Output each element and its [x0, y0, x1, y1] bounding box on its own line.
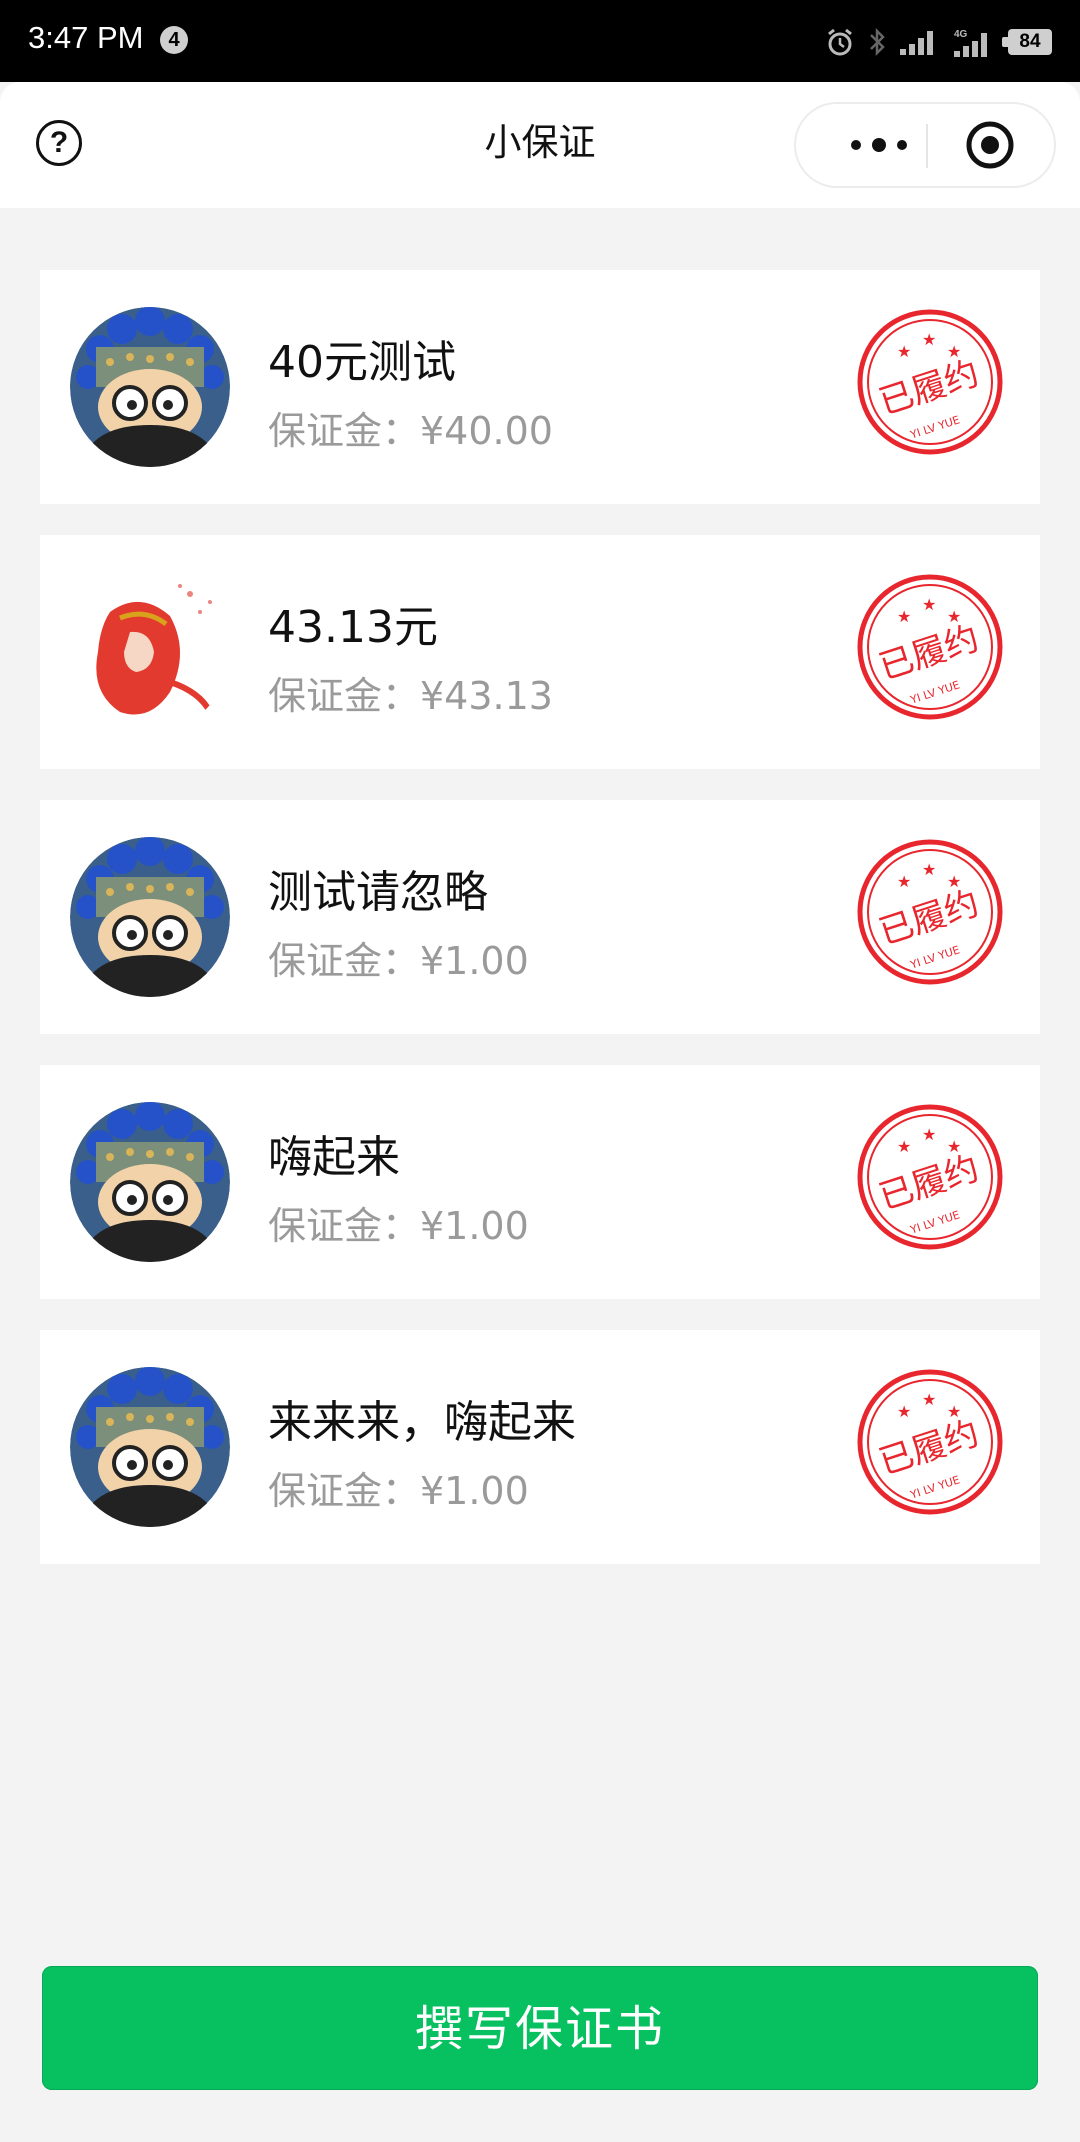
deposit-amount: 保证金：¥40.00: [268, 409, 553, 453]
guarantee-title: 来来来，嗨起来: [268, 1397, 576, 1448]
title-bar: ? 小保证: [0, 82, 1080, 208]
deposit-amount: 保证金：¥1.00: [268, 1469, 529, 1513]
fulfilled-stamp-icon: ★ ★ ★ 已履约 YI LV YUE: [855, 1102, 1005, 1252]
bluetooth-icon: [868, 27, 886, 57]
signal-4g-icon: 4G: [954, 27, 994, 57]
guarantee-title: 40元测试: [268, 337, 456, 388]
battery-icon: 84: [1002, 29, 1052, 55]
avatar: [70, 307, 230, 467]
status-bar: 3:47 PM 4 4G 84: [0, 0, 1080, 82]
fulfilled-stamp-icon: ★ ★ ★ 已履约 YI LV YUE: [855, 307, 1005, 457]
fulfilled-stamp-icon: ★ ★ ★ 已履约 YI LV YUE: [855, 572, 1005, 722]
guarantee-card[interactable]: 测试请忽略 保证金：¥1.00 ★ ★ ★ 已履约 YI LV YUE: [40, 800, 1040, 1034]
avatar: [70, 1102, 230, 1262]
fulfilled-stamp-icon: ★ ★ ★ 已履约 YI LV YUE: [855, 837, 1005, 987]
status-time: 3:47 PM: [28, 20, 144, 55]
svg-text:★: ★: [922, 860, 936, 879]
svg-text:★: ★: [897, 872, 911, 891]
deposit-amount: 保证金：¥1.00: [268, 1204, 529, 1248]
notification-count-badge: 4: [160, 26, 188, 54]
signal-icon: [900, 29, 940, 55]
svg-text:★: ★: [922, 1390, 936, 1409]
svg-text:★: ★: [922, 1125, 936, 1144]
avatar: [70, 1367, 230, 1527]
svg-text:★: ★: [897, 342, 911, 361]
svg-text:4G: 4G: [954, 29, 968, 40]
guarantee-card[interactable]: 嗨起来 保证金：¥1.00 ★ ★ ★ 已履约 YI LV YUE: [40, 1065, 1040, 1299]
guarantee-title: 测试请忽略: [268, 867, 488, 918]
svg-text:★: ★: [897, 1402, 911, 1421]
capsule-divider: [926, 124, 928, 168]
more-dots-icon[interactable]: [834, 104, 924, 186]
svg-text:★: ★: [897, 607, 911, 626]
avatar: [70, 572, 230, 732]
deposit-amount: 保证金：¥1.00: [268, 939, 529, 983]
avatar: [70, 837, 230, 997]
fulfilled-stamp-icon: ★ ★ ★ 已履约 YI LV YUE: [855, 1367, 1005, 1517]
svg-text:★: ★: [922, 595, 936, 614]
guarantee-card[interactable]: 43.13元 保证金：¥43.13 ★ ★ ★ 已履约 YI LV YUE: [40, 535, 1040, 769]
guarantee-card[interactable]: 来来来，嗨起来 保证金：¥1.00 ★ ★ ★ 已履约 YI LV YUE: [40, 1330, 1040, 1564]
svg-text:★: ★: [922, 330, 936, 349]
guarantee-card[interactable]: 40元测试 保证金：¥40.00 ★ ★ ★ 已履约 YI LV YUE: [40, 270, 1040, 504]
guarantee-list: 40元测试 保证金：¥40.00 ★ ★ ★ 已履约 YI LV YUE 43.13元 …: [40, 270, 1040, 1595]
svg-text:★: ★: [897, 1137, 911, 1156]
deposit-amount: 保证金：¥43.13: [268, 674, 553, 718]
alarm-icon: [826, 27, 854, 57]
guarantee-title: 嗨起来: [268, 1132, 400, 1183]
write-guarantee-button[interactable]: 撰写保证书: [42, 1966, 1038, 2090]
status-icons: 4G 84: [826, 22, 1052, 62]
mini-program-capsule: [794, 102, 1056, 188]
target-close-icon[interactable]: [962, 104, 1032, 186]
guarantee-title: 43.13元: [268, 602, 438, 653]
